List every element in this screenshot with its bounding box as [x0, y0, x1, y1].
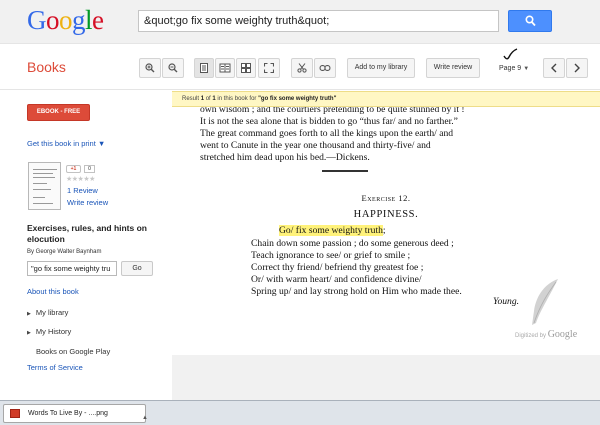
page-text-line: The great command goes forth to all the … [200, 128, 454, 139]
book-title: Exercises, rules, and hints on elocution [27, 223, 147, 244]
chevron-left-icon [551, 63, 557, 73]
search-icon [525, 15, 536, 27]
plus-one-count: 0 [84, 165, 95, 173]
section-heading: HAPPINESS. [353, 209, 419, 220]
os-taskbar: Words To Live By - ....png ▲ [0, 400, 600, 425]
book-cover-thumbnail[interactable] [28, 162, 61, 210]
poem-line: Correct thy friend/ befriend thy greates… [251, 262, 424, 273]
result-prefix: Result [182, 96, 201, 102]
ebook-free-button[interactable]: EBOOK - FREE [27, 104, 90, 121]
page-selector[interactable]: Page 9 ▼ [495, 58, 543, 78]
page-number-label: Page 9 [499, 65, 522, 72]
sidebar-item-label: My library [35, 308, 69, 317]
link-icon [319, 65, 331, 71]
result-query: "go fix some weighty truth" [258, 96, 337, 102]
poem-line: Or/ with warm heart/ and confidence divi… [251, 274, 422, 285]
search-result-bar: Result 1 of 1 in this book for "go fix s… [172, 91, 600, 107]
book-author: By George Walter Baynham [27, 249, 102, 255]
triangle-right-icon: ▶ [27, 311, 31, 317]
zoom-in-button[interactable] [139, 58, 161, 78]
link-button[interactable] [314, 58, 336, 78]
clip-button[interactable] [291, 58, 313, 78]
book-page-viewer[interactable]: own wisdom ; and the courtiers pretendin… [172, 107, 600, 355]
logo-letter: o [59, 5, 73, 35]
page-text-line: went to Canute in the year one thousand … [200, 140, 431, 151]
poem-line: Spring up/ and lay strong hold on Him wh… [251, 286, 462, 297]
taskbar-item[interactable]: Words To Live By - ....png ▲ [3, 404, 148, 423]
search-button[interactable] [508, 10, 552, 32]
chevron-right-icon [574, 63, 580, 73]
reviews-link[interactable]: 1 Review [67, 186, 98, 195]
books-viewer-window: Google &quot;go fix some weighty truth&q… [0, 0, 600, 425]
image-file-icon [10, 409, 20, 418]
taskbar-item-label: Words To Live By - ....png [28, 410, 108, 417]
chevron-down-icon: ▼ [523, 66, 530, 72]
sidebar-item-my-history[interactable]: ▶ My History [27, 327, 71, 336]
exercise-heading: Exercise 12. [361, 193, 411, 203]
next-page-button[interactable] [566, 58, 588, 78]
add-to-library-button[interactable]: Add to my library [347, 58, 415, 78]
viewer-empty-area [172, 355, 600, 400]
single-page-icon [200, 63, 208, 73]
feather-watermark-icon [532, 279, 558, 325]
google-plus-one-button[interactable]: +1 [66, 165, 81, 173]
about-this-book-link[interactable]: About this book [27, 287, 79, 296]
search-in-book-go-button[interactable]: Go [121, 261, 153, 276]
books-section-title[interactable]: Books [27, 59, 66, 75]
poem-line: Chain down some passion ; do some genero… [251, 238, 454, 249]
thumbnail-view-button[interactable] [236, 58, 256, 78]
rating-stars: ★★★★★ [66, 176, 95, 183]
fullscreen-button[interactable] [258, 58, 280, 78]
section-divider [322, 170, 368, 172]
logo-letter: g [72, 5, 86, 35]
terms-of-service-link[interactable]: Terms of Service [27, 363, 83, 372]
zoom-out-button[interactable] [162, 58, 184, 78]
search-match-highlight: Go/ fix some weighty truth [279, 225, 383, 236]
digitized-prefix: Digitized by [515, 333, 548, 339]
logo-letter: o [46, 5, 60, 35]
page-text-line: stretched him dead upon his bed.—Dickens… [200, 152, 370, 163]
result-middle: in this book for [215, 96, 259, 102]
grid-icon [241, 63, 251, 73]
scissors-icon [297, 63, 307, 73]
previous-page-button[interactable] [543, 58, 565, 78]
poem-attribution: Young. [493, 296, 520, 307]
top-header: Google &quot;go fix some weighty truth&q… [0, 0, 600, 44]
logo-letter: G [27, 5, 47, 35]
two-page-view-button[interactable] [215, 58, 235, 78]
poem-line: Teach ignorance to see/ or grief to smil… [251, 250, 411, 261]
get-book-in-print-link[interactable]: Get this book in print ▼ [27, 139, 105, 148]
triangle-right-icon: ▶ [27, 330, 31, 336]
digitized-by-google-watermark: Digitized by Google [515, 329, 577, 340]
books-toolbar: Books Add to my library Write review Pag… [0, 44, 600, 90]
search-in-book-input[interactable]: "go fix some weighty tru [27, 261, 117, 276]
logo-letter: e [92, 5, 104, 35]
books-on-google-play-link[interactable]: Books on Google Play [36, 347, 110, 356]
digitized-brand: Google [547, 329, 578, 340]
google-logo[interactable]: Google [27, 4, 104, 36]
sidebar-write-review-link[interactable]: Write review [67, 198, 108, 207]
sidebar-item-my-library[interactable]: ▶ My library [27, 308, 68, 317]
highlighted-line: Go/ fix some weighty truth; [279, 225, 386, 237]
write-review-button[interactable]: Write review [426, 58, 480, 78]
zoom-out-icon [168, 63, 178, 73]
zoom-in-icon [145, 63, 155, 73]
page-text-line: It is not the sea alone that is bidden t… [200, 116, 458, 127]
sidebar-item-label: My History [35, 327, 72, 336]
two-page-icon [219, 63, 231, 73]
one-page-view-button[interactable] [194, 58, 214, 78]
logo-letter: l [85, 5, 93, 35]
page-text-line: own wisdom ; and the courtiers pretendin… [200, 107, 465, 115]
highlight-punctuation: ; [382, 225, 386, 236]
fullscreen-icon [264, 63, 274, 73]
chevron-up-icon: ▲ [142, 415, 148, 421]
search-input[interactable]: &quot;go fix some weighty truth&quot; [138, 10, 499, 32]
